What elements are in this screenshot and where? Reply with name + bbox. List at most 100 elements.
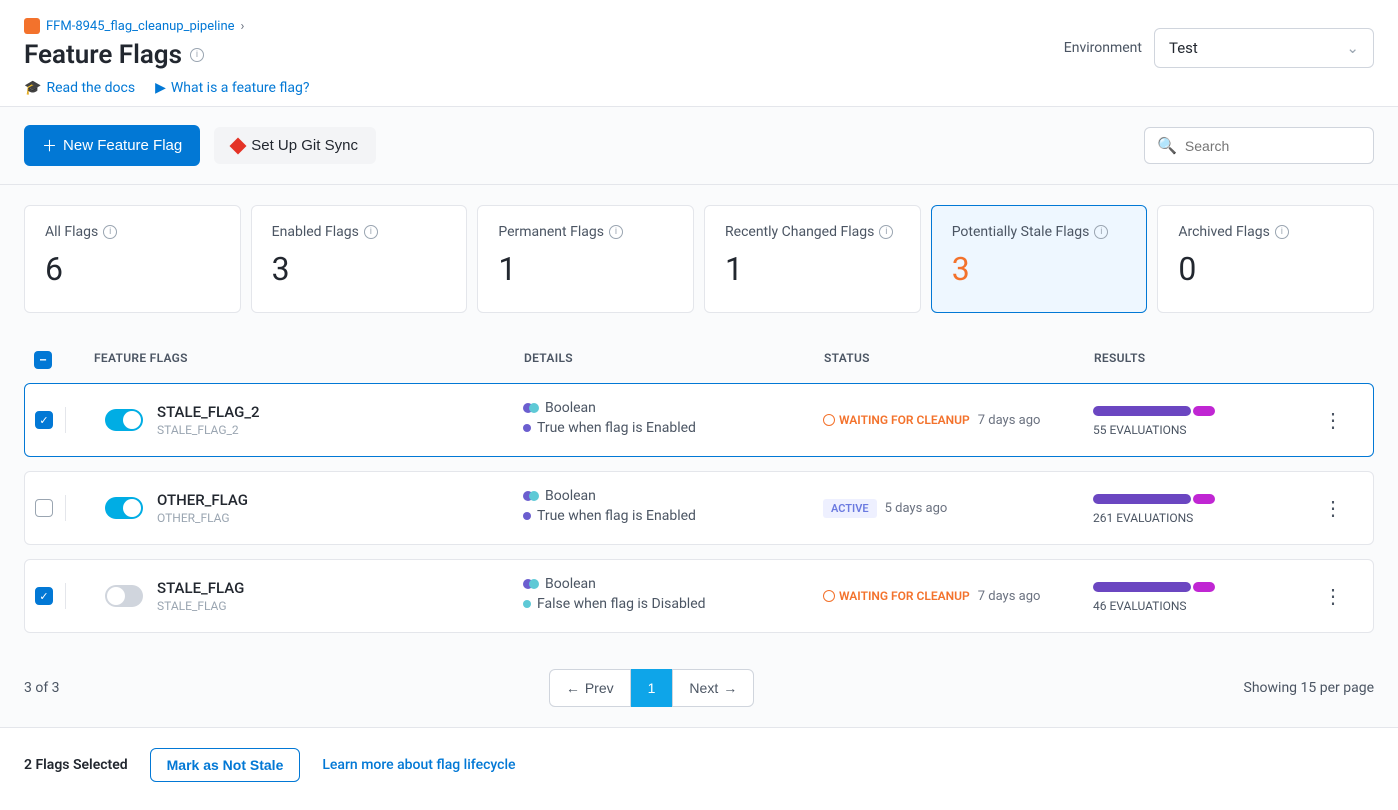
results-bar-2 — [1193, 494, 1215, 504]
learn-lifecycle-link[interactable]: Learn more about flag lifecycle — [322, 757, 515, 773]
stat-value: 1 — [498, 250, 673, 288]
chevron-down-icon: ⌄ — [1346, 39, 1359, 57]
select-all-checkbox[interactable]: – — [34, 351, 52, 369]
flag-toggle[interactable] — [105, 497, 143, 519]
plus-icon: ＋ — [42, 135, 57, 156]
status-badge: WAITING FOR CLEANUP — [823, 589, 970, 603]
search-input-wrapper[interactable]: 🔍 — [1144, 127, 1374, 164]
flag-id: OTHER_FLAG — [157, 511, 248, 525]
col-results: RESULTS — [1094, 351, 1314, 369]
info-icon[interactable]: i — [1094, 225, 1108, 239]
row-checkbox[interactable]: ✓ — [35, 587, 53, 605]
page-1-button[interactable]: 1 — [631, 669, 673, 707]
setup-git-sync-button[interactable]: Set Up Git Sync — [214, 127, 376, 164]
stat-label: Archived Flags — [1178, 224, 1270, 240]
stat-card-archived-flags[interactable]: Archived Flags i 0 — [1157, 205, 1374, 313]
row-checkbox[interactable] — [35, 499, 53, 517]
results-bar-2 — [1193, 582, 1215, 592]
stat-value: 6 — [45, 250, 220, 288]
flag-id: STALE_FLAG_2 — [157, 423, 260, 437]
search-icon: 🔍 — [1157, 136, 1177, 155]
type-icon — [523, 403, 539, 413]
flag-row[interactable]: ✓ STALE_FLAG STALE_FLAG Boolean False when f… — [24, 559, 1374, 633]
detail-rule: False when flag is Disabled — [537, 596, 706, 612]
detail-rule: True when flag is Enabled — [537, 420, 696, 436]
divider — [65, 407, 66, 433]
flag-name: STALE_FLAG_2 — [157, 403, 260, 421]
detail-type: Boolean — [545, 400, 596, 416]
stat-label: All Flags — [45, 224, 98, 240]
page-title: Feature Flags — [24, 40, 182, 70]
col-details: DETAILS — [524, 351, 824, 369]
clock-icon — [823, 414, 835, 426]
next-label: Next — [689, 680, 718, 696]
stat-card-all-flags[interactable]: All Flags i 6 — [24, 205, 241, 313]
info-icon[interactable]: i — [103, 225, 117, 239]
clock-icon — [823, 590, 835, 602]
detail-type: Boolean — [545, 576, 596, 592]
flag-row[interactable]: ✓ STALE_FLAG_2 STALE_FLAG_2 Boolean True whe… — [24, 383, 1374, 457]
pagination-count: 3 of 3 — [24, 680, 60, 696]
stat-value: 3 — [952, 250, 1127, 288]
book-icon: 🎓 — [24, 80, 41, 96]
flag-toggle[interactable] — [105, 409, 143, 431]
time-ago: 7 days ago — [978, 413, 1041, 428]
environment-label: Environment — [1064, 40, 1142, 56]
col-flags: FEATURE FLAGS — [94, 351, 524, 369]
mark-not-stale-button[interactable]: Mark as Not Stale — [150, 748, 301, 782]
arrow-right-icon: → — [723, 680, 737, 696]
selection-count: 2 Flags Selected — [24, 757, 128, 773]
read-docs-link[interactable]: 🎓Read the docs — [24, 80, 135, 96]
new-feature-flag-button[interactable]: ＋ New Feature Flag — [24, 125, 200, 166]
stat-value: 0 — [1178, 250, 1353, 288]
results-bar — [1093, 582, 1191, 592]
info-icon[interactable]: i — [364, 225, 378, 239]
project-icon — [24, 18, 40, 34]
info-icon[interactable]: i — [609, 225, 623, 239]
row-more-button[interactable]: ⋮ — [1313, 408, 1353, 432]
stat-value: 1 — [725, 250, 900, 288]
stat-card-potentially-stale-flags[interactable]: Potentially Stale Flags i3 — [931, 205, 1148, 313]
row-more-button[interactable]: ⋮ — [1313, 584, 1353, 608]
evaluations-count: 261 EVALUATIONS — [1093, 511, 1313, 525]
info-icon[interactable]: i — [190, 48, 204, 62]
evaluations-count: 46 EVALUATIONS — [1093, 599, 1313, 613]
detail-rule: True when flag is Enabled — [537, 508, 696, 524]
prev-label: Prev — [585, 680, 614, 696]
chevron-right-icon: › — [241, 19, 245, 34]
git-icon — [230, 137, 247, 154]
breadcrumb-project: FFM-8945_flag_cleanup_pipeline — [46, 19, 235, 34]
results-bar — [1093, 406, 1191, 416]
type-icon — [523, 579, 539, 589]
flag-name: OTHER_FLAG — [157, 491, 248, 509]
rule-dot-icon — [523, 424, 531, 432]
detail-type: Boolean — [545, 488, 596, 504]
row-checkbox[interactable]: ✓ — [35, 411, 53, 429]
next-page-button[interactable]: Next → — [672, 669, 754, 707]
rule-dot-icon — [523, 600, 531, 608]
flag-toggle[interactable] — [105, 585, 143, 607]
whatis-label: What is a feature flag? — [171, 80, 310, 96]
search-input[interactable] — [1185, 138, 1366, 154]
status-badge: WAITING FOR CLEANUP — [823, 413, 970, 427]
flag-name: STALE_FLAG — [157, 579, 244, 597]
results-bar — [1093, 494, 1191, 504]
type-icon — [523, 491, 539, 501]
info-icon[interactable]: i — [879, 225, 893, 239]
whatis-link[interactable]: ▶What is a feature flag? — [155, 80, 309, 96]
flag-id: STALE_FLAG — [157, 599, 244, 613]
environment-select[interactable]: Test ⌄ — [1154, 28, 1374, 68]
stat-label: Recently Changed Flags — [725, 224, 874, 240]
git-sync-label: Set Up Git Sync — [251, 137, 358, 154]
new-flag-label: New Feature Flag — [63, 137, 182, 154]
stat-card-permanent-flags[interactable]: Permanent Flags i1 — [477, 205, 694, 313]
stat-card-recently-changed-flags[interactable]: Recently Changed Flags i 1 — [704, 205, 921, 313]
info-icon[interactable]: i — [1275, 225, 1289, 239]
row-more-button[interactable]: ⋮ — [1313, 496, 1353, 520]
time-ago: 7 days ago — [978, 589, 1041, 604]
stat-value: 3 — [272, 250, 447, 288]
prev-page-button[interactable]: ←Prev — [549, 669, 631, 707]
flag-row[interactable]: OTHER_FLAG OTHER_FLAG Boolean True when fla… — [24, 471, 1374, 545]
time-ago: 5 days ago — [885, 501, 948, 516]
stat-card-enabled-flags[interactable]: Enabled Flags i3 — [251, 205, 468, 313]
